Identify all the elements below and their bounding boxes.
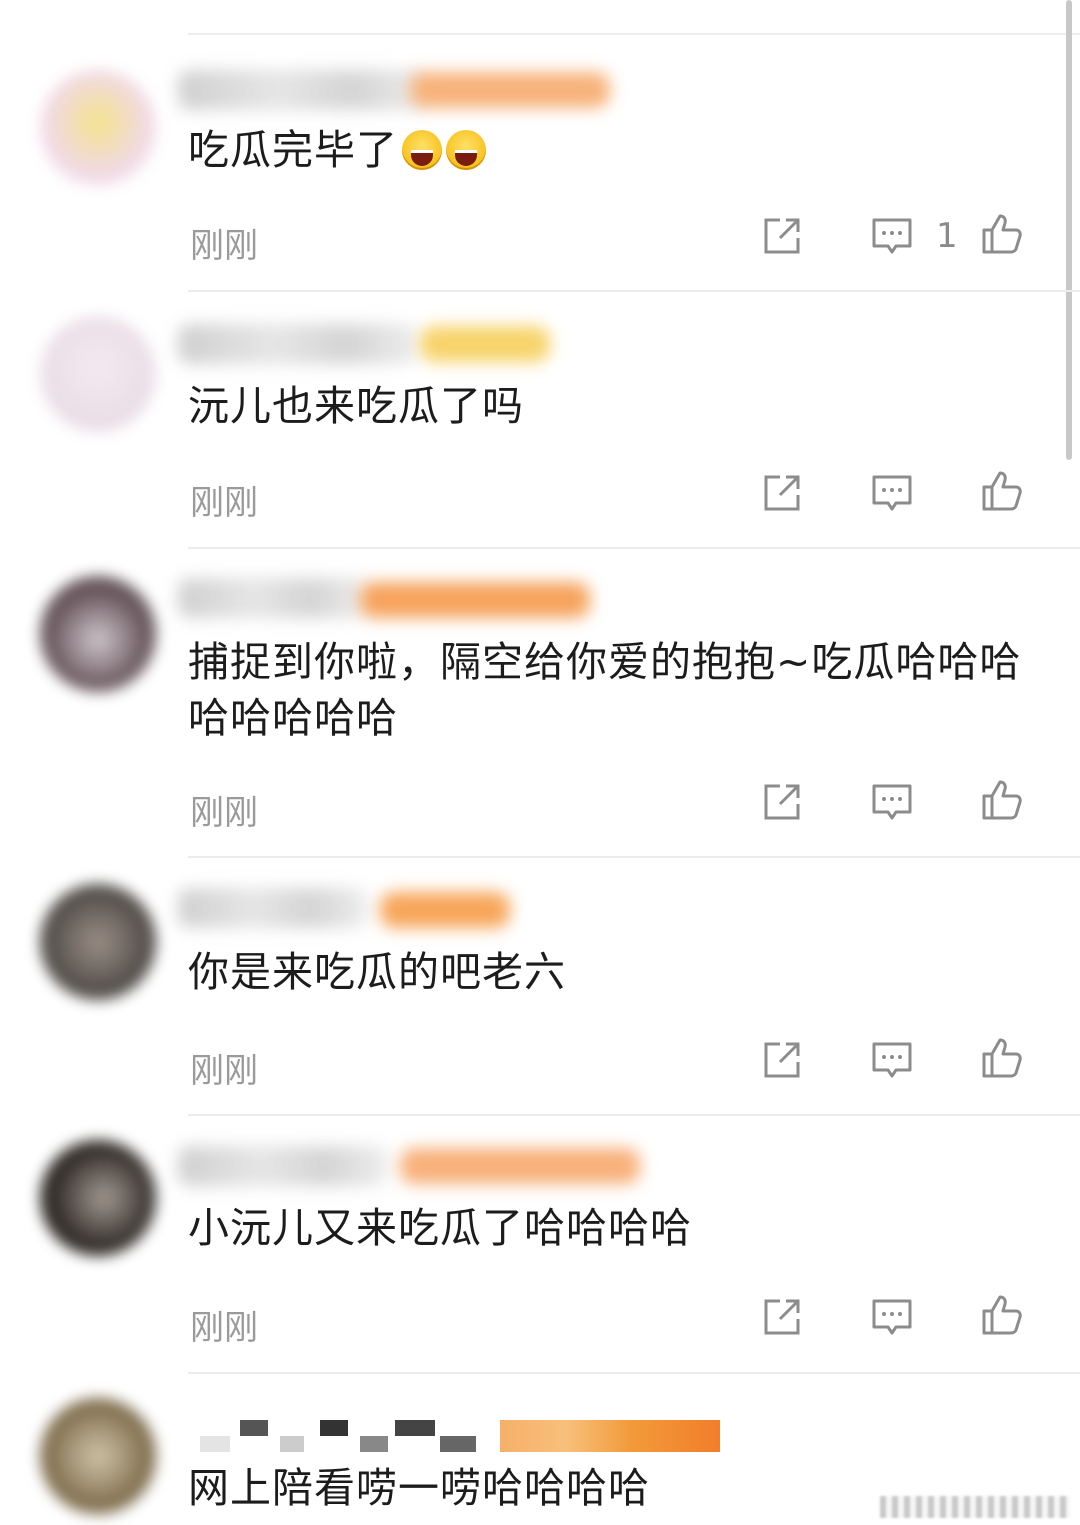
like-icon[interactable] <box>980 212 1024 256</box>
reply-count: 1 <box>936 216 958 256</box>
laughing-emoji-icon <box>402 130 442 170</box>
username-blurred[interactable] <box>178 324 418 364</box>
like-icon[interactable] <box>980 469 1024 513</box>
comment-divider <box>188 1372 1080 1374</box>
comment-icon[interactable] <box>870 1295 914 1339</box>
user-badge-blurred <box>380 892 510 928</box>
comment-divider <box>188 290 1080 292</box>
comment-time: 刚刚 <box>190 483 258 523</box>
like-icon[interactable] <box>980 1293 1024 1337</box>
username-blurred[interactable] <box>178 888 368 928</box>
comment-icon[interactable] <box>870 471 914 515</box>
comment-time: 刚刚 <box>190 793 258 833</box>
user-badge-blurred <box>360 582 590 618</box>
comment-divider <box>188 1114 1080 1116</box>
user-badge-blurred <box>400 1148 640 1184</box>
comment-icon[interactable] <box>870 780 914 824</box>
comment-time: 刚刚 <box>190 1051 258 1091</box>
avatar[interactable] <box>40 576 156 692</box>
comment-text: 吃瓜完毕了 <box>188 122 1020 178</box>
avatar[interactable] <box>40 1140 156 1256</box>
comment-text: 捕捉到你啦，隔空给你爱的抱抱~吃瓜哈哈哈哈哈哈哈哈 <box>188 638 1022 742</box>
comment-text: 小沅儿又来吃瓜了哈哈哈哈 <box>188 1204 692 1252</box>
comment-text-content: 吃瓜完毕了 <box>188 126 398 174</box>
top-divider <box>188 33 1080 35</box>
comment-time: 刚刚 <box>190 1308 258 1348</box>
avatar[interactable] <box>40 1398 156 1514</box>
user-badge-pixelated <box>500 1420 720 1452</box>
like-icon[interactable] <box>980 1036 1024 1080</box>
comment-icon[interactable] <box>870 1038 914 1082</box>
comment-text: 你是来吃瓜的吧老六 <box>188 948 566 996</box>
share-icon[interactable] <box>760 214 804 258</box>
avatar[interactable] <box>40 70 156 186</box>
username-blurred[interactable] <box>178 1146 388 1186</box>
share-icon[interactable] <box>760 1295 804 1339</box>
comment-icon[interactable] <box>870 214 914 258</box>
username-pixelated[interactable] <box>200 1418 490 1458</box>
user-badge-blurred <box>420 326 550 362</box>
comment-time: 刚刚 <box>190 226 258 266</box>
avatar[interactable] <box>40 316 156 432</box>
share-icon[interactable] <box>760 780 804 824</box>
laughing-emoji-icon <box>446 130 486 170</box>
share-icon[interactable] <box>760 471 804 515</box>
avatar[interactable] <box>40 884 156 1000</box>
username-blurred[interactable] <box>178 70 428 110</box>
scrollbar[interactable] <box>1066 0 1072 460</box>
comment-divider <box>188 856 1080 858</box>
comment-divider <box>188 547 1080 549</box>
comment-text: 沅儿也来吃瓜了吗 <box>188 382 524 430</box>
user-badge-blurred <box>410 72 610 108</box>
like-icon[interactable] <box>980 778 1024 822</box>
username-blurred[interactable] <box>178 578 368 618</box>
share-icon[interactable] <box>760 1038 804 1082</box>
home-indicator <box>880 1496 1070 1518</box>
